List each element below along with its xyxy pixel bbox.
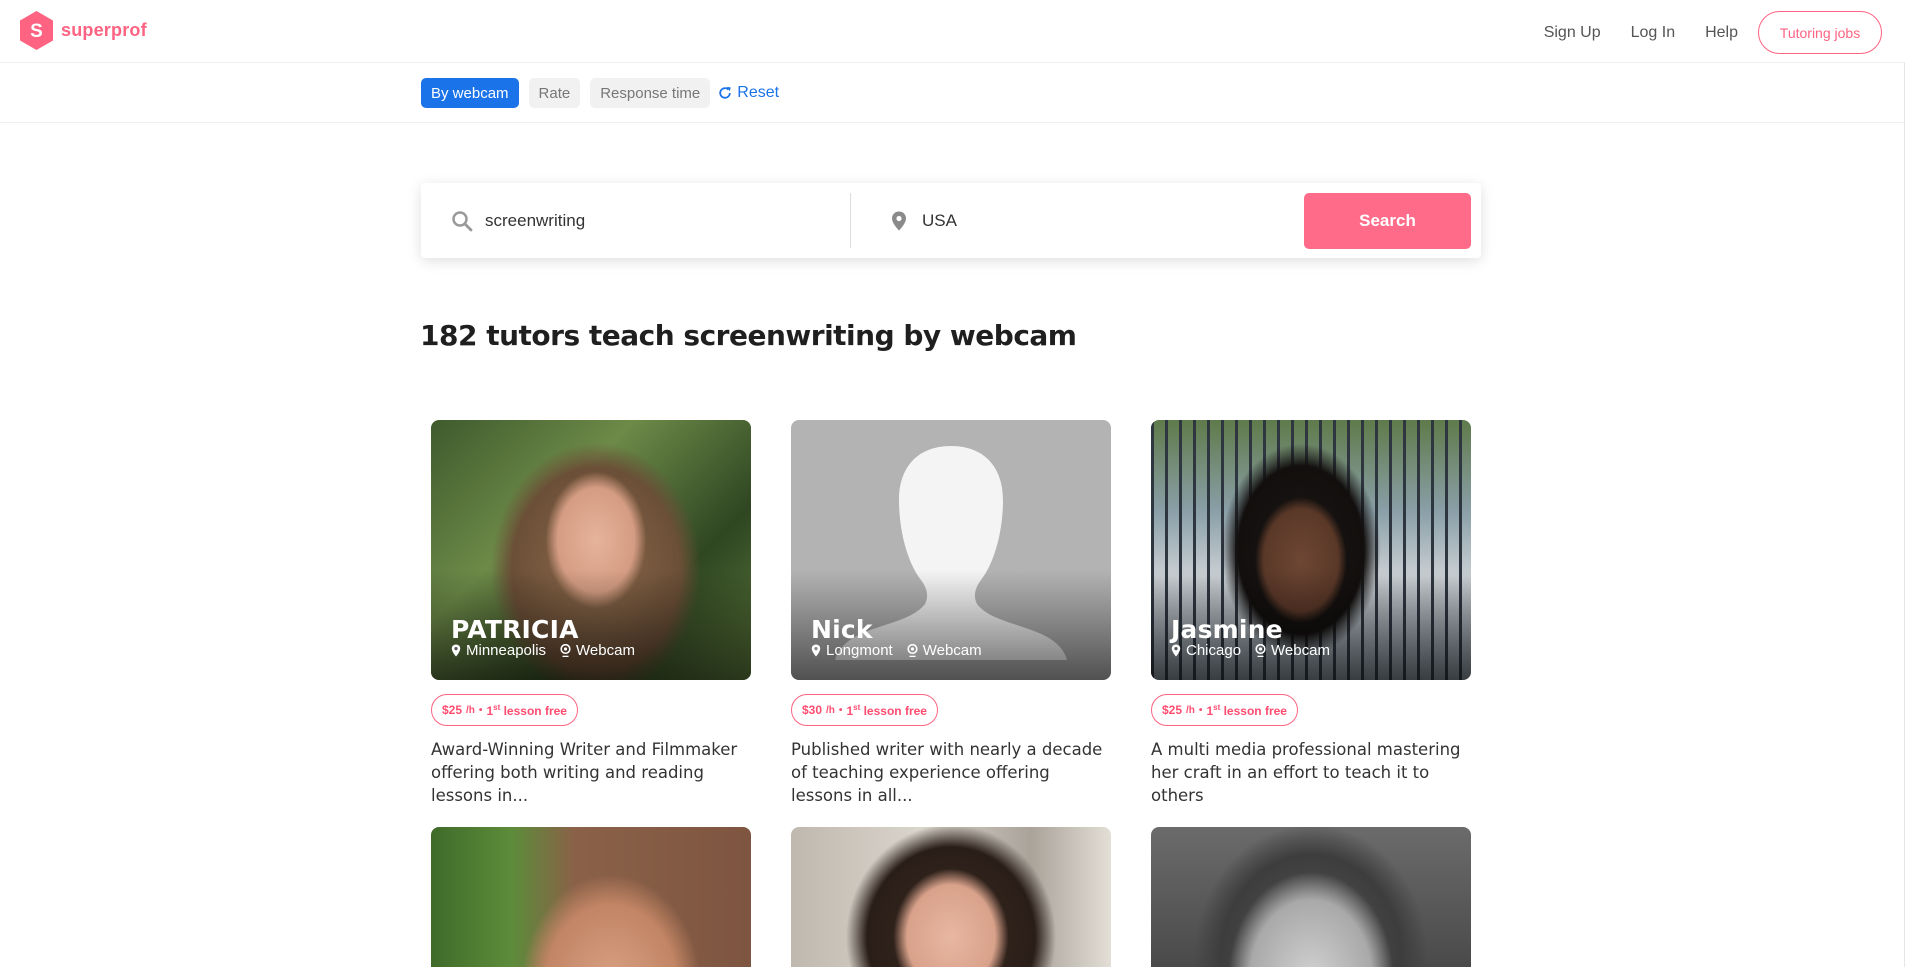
price-badge: $25 /h • 1st lesson free xyxy=(1151,694,1298,726)
tutor-portrait-image xyxy=(791,827,1111,967)
price-badge: $25 /h • 1st lesson free xyxy=(431,694,578,726)
tutor-photo[interactable] xyxy=(431,827,751,967)
location-pin-icon xyxy=(451,644,461,657)
search-box: Search xyxy=(421,183,1481,258)
tutor-name: PATRICIA xyxy=(451,615,579,644)
tutor-location: Longmont xyxy=(811,642,893,659)
price-amount: $25 xyxy=(1162,703,1183,717)
free-lesson-label: 1st lesson free xyxy=(486,702,567,718)
header-nav: Sign Up Log In Help Tutoring jobs xyxy=(1514,11,1882,54)
tutor-city: Longmont xyxy=(826,642,893,659)
location-pin-icon xyxy=(1171,644,1181,657)
search-button[interactable]: Search xyxy=(1304,193,1471,249)
price-amount: $25 xyxy=(442,703,463,717)
tutor-location: Chicago xyxy=(1171,642,1241,659)
free-lesson-label: 1st lesson free xyxy=(1206,702,1287,718)
reset-filters-button[interactable]: Reset xyxy=(718,84,779,102)
logo-hexagon-icon: S xyxy=(18,10,55,51)
location-pin-icon xyxy=(892,211,906,230)
filter-chip-rate[interactable]: Rate xyxy=(528,78,581,108)
results-heading: 182 tutors teach screenwriting by webcam xyxy=(420,319,1077,352)
tutor-card[interactable] xyxy=(791,827,1111,967)
reset-label: Reset xyxy=(737,84,780,101)
filter-chips: By webcam Rate Response time Reset xyxy=(421,78,779,108)
subject-input[interactable] xyxy=(485,210,825,231)
tutor-mode-label: Webcam xyxy=(576,642,635,659)
location-search-field xyxy=(888,183,1262,258)
tutor-location: Minneapolis xyxy=(451,642,546,659)
tutor-city: Chicago xyxy=(1186,642,1242,659)
log-in-link[interactable]: Log In xyxy=(1631,24,1675,42)
sign-up-link[interactable]: Sign Up xyxy=(1544,24,1601,42)
tutor-photo[interactable]: Jasmine Chicago Webcam xyxy=(1151,420,1471,680)
tutor-meta: Minneapolis Webcam xyxy=(451,642,643,659)
tutor-city: Minneapolis xyxy=(466,642,547,659)
tutor-name: Jasmine xyxy=(1171,615,1283,644)
tutor-name: Nick xyxy=(811,615,873,644)
tutor-card[interactable] xyxy=(431,827,751,967)
price-separator: • xyxy=(478,704,483,716)
help-link[interactable]: Help xyxy=(1705,24,1738,42)
price-amount: $30 xyxy=(802,703,823,717)
tutor-card[interactable] xyxy=(1151,827,1471,967)
tutor-meta: Chicago Webcam xyxy=(1171,642,1338,659)
filter-chip-response-time[interactable]: Response time xyxy=(590,78,711,108)
price-unit: /h xyxy=(1186,704,1195,716)
free-lesson-label: 1st lesson free xyxy=(846,702,927,718)
webcam-icon xyxy=(560,644,571,657)
location-pin-icon xyxy=(811,644,821,657)
tutor-card[interactable]: PATRICIA Minneapolis Webcam $25 /h • 1st… xyxy=(431,420,751,805)
refresh-icon xyxy=(719,86,731,99)
search-divider xyxy=(850,193,851,248)
price-separator: • xyxy=(838,704,843,716)
price-separator: • xyxy=(1198,704,1203,716)
tutor-mode-label: Webcam xyxy=(922,642,982,659)
tutor-description[interactable]: Award-Winning Writer and Filmmaker offer… xyxy=(431,738,751,807)
tutor-photo[interactable]: PATRICIA Minneapolis Webcam xyxy=(431,420,751,680)
price-unit: /h xyxy=(826,704,835,716)
price-badge: $30 /h • 1st lesson free xyxy=(791,694,938,726)
tutor-portrait-image xyxy=(1151,827,1471,967)
filter-bar: By webcam Rate Response time Reset xyxy=(0,63,1905,123)
search-icon xyxy=(452,210,473,231)
tutor-description[interactable]: Published writer with nearly a decade of… xyxy=(791,738,1111,807)
tutoring-jobs-button[interactable]: Tutoring jobs xyxy=(1758,11,1882,54)
tutor-mode-label: Webcam xyxy=(1271,642,1330,659)
webcam-icon xyxy=(907,644,918,657)
top-navigation-bar: S superprof Sign Up Log In Help Tutoring… xyxy=(0,0,1905,63)
webcam-icon xyxy=(1255,644,1266,657)
tutor-photo[interactable] xyxy=(1151,827,1471,967)
tutor-description[interactable]: A multi media professional mastering her… xyxy=(1151,738,1471,807)
logo-wordmark: superprof xyxy=(61,20,147,40)
tutor-lesson-mode: Webcam xyxy=(907,642,982,659)
tutor-card[interactable]: Nick Longmont Webcam $30 /h • 1st lesson… xyxy=(791,420,1111,805)
tutor-card[interactable]: Jasmine Chicago Webcam $25 /h • 1st less… xyxy=(1151,420,1471,805)
tutor-lesson-mode: Webcam xyxy=(1255,642,1330,659)
subject-search-field xyxy=(451,183,825,258)
filter-chip-by-webcam[interactable]: By webcam xyxy=(421,78,519,108)
tutor-portrait-image xyxy=(431,827,751,967)
price-unit: /h xyxy=(466,704,475,716)
location-input[interactable] xyxy=(922,210,1262,231)
tutor-photo[interactable] xyxy=(791,827,1111,967)
svg-text:S: S xyxy=(30,21,43,42)
superprof-logo[interactable]: S superprof xyxy=(18,10,147,51)
tutor-meta: Longmont Webcam xyxy=(811,642,990,659)
tutor-photo[interactable]: Nick Longmont Webcam xyxy=(791,420,1111,680)
tutor-lesson-mode: Webcam xyxy=(560,642,635,659)
